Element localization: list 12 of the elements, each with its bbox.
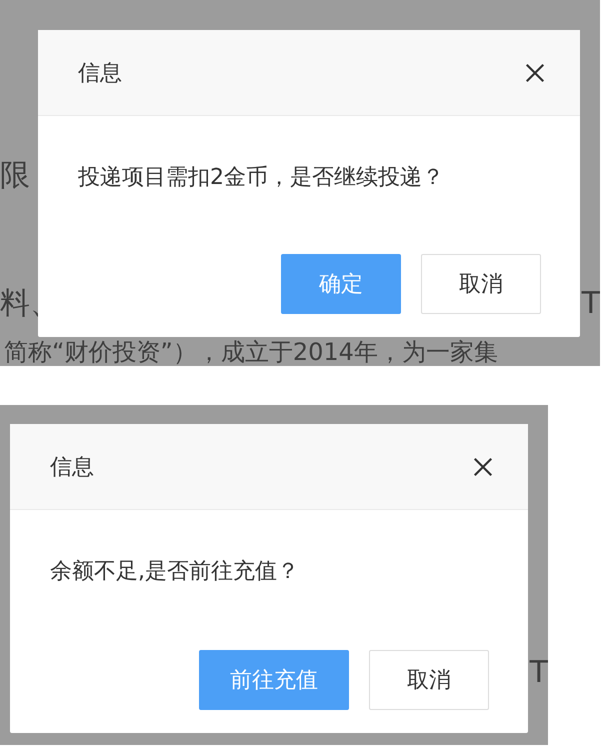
dialog-message: 投递项目需扣2金币，是否继续投递？ bbox=[78, 165, 444, 190]
dialog-title: 信息 bbox=[78, 60, 122, 88]
close-icon[interactable] bbox=[472, 456, 494, 478]
dialog-title: 信息 bbox=[50, 454, 94, 482]
background-text: T bbox=[530, 655, 548, 691]
cancel-button[interactable]: 取消 bbox=[421, 254, 541, 314]
background-text: 简称“财价投资”），成立于2014年，为一家集 bbox=[3, 338, 499, 366]
cancel-button[interactable]: 取消 bbox=[369, 650, 489, 710]
background-text: T bbox=[582, 286, 600, 322]
close-icon[interactable] bbox=[524, 62, 546, 84]
dialog-message: 余额不足,是否前往充值？ bbox=[50, 559, 299, 584]
background-text: 限 bbox=[0, 158, 30, 194]
